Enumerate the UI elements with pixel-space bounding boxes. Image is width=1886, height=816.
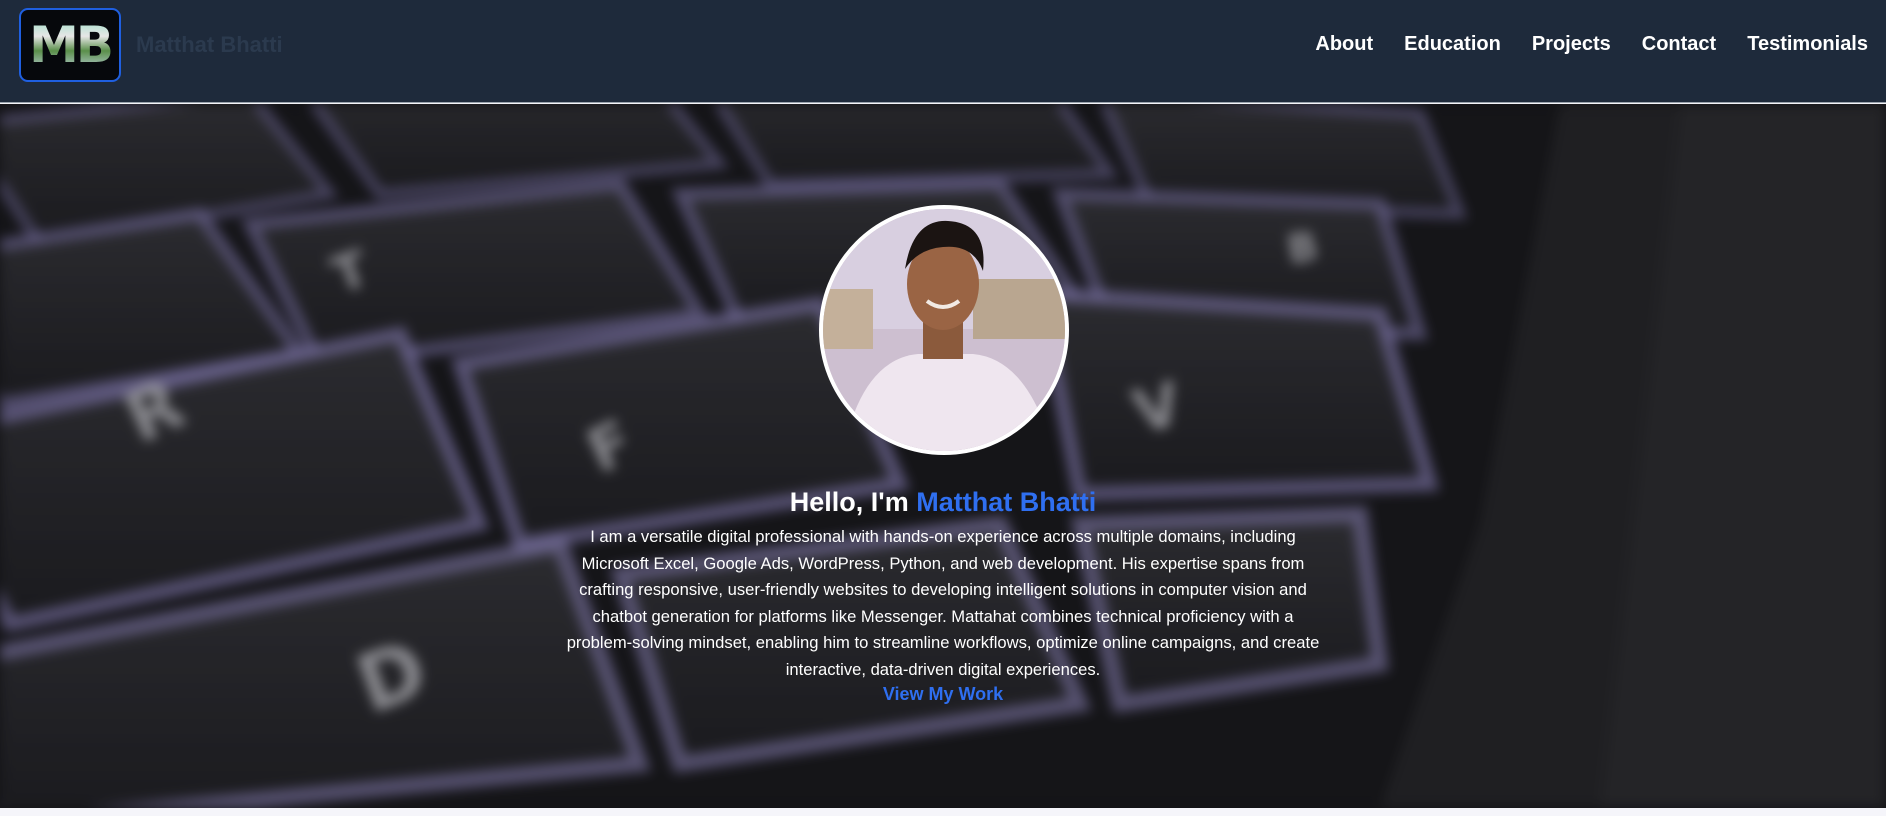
hero-title: Hello, I'm Matthat Bhatti bbox=[563, 484, 1323, 520]
hero-intro: Hello, I'm Matthat Bhatti I am a versati… bbox=[563, 484, 1323, 705]
view-my-work-link[interactable]: View My Work bbox=[883, 684, 1003, 705]
hero-section: R F D V T B Hello, I'm Matthat Bhatti I … bbox=[0, 104, 1886, 808]
nav-link-contact[interactable]: Contact bbox=[1642, 33, 1716, 56]
nav-link-education[interactable]: Education bbox=[1404, 33, 1501, 56]
nav-link-testimonials[interactable]: Testimonials bbox=[1747, 33, 1868, 56]
hero-title-name: Matthat Bhatti bbox=[916, 487, 1097, 517]
main-nav: About Education Projects Contact Testimo… bbox=[1315, 33, 1868, 56]
hero-description: I am a versatile digital professional wi… bbox=[566, 527, 1320, 679]
nav-link-projects[interactable]: Projects bbox=[1532, 33, 1611, 56]
profile-photo bbox=[819, 205, 1069, 455]
profile-photo-image bbox=[823, 209, 1065, 451]
hero-title-prefix: Hello, I'm bbox=[789, 487, 917, 517]
site-header: MB Matthat Bhatti About Education Projec… bbox=[0, 0, 1886, 103]
site-logo[interactable]: MB bbox=[19, 8, 121, 82]
brand-name: Matthat Bhatti bbox=[136, 32, 283, 57]
nav-link-about[interactable]: About bbox=[1315, 33, 1373, 56]
page-bottom-strip bbox=[0, 808, 1886, 816]
logo-text: MB bbox=[29, 16, 114, 74]
